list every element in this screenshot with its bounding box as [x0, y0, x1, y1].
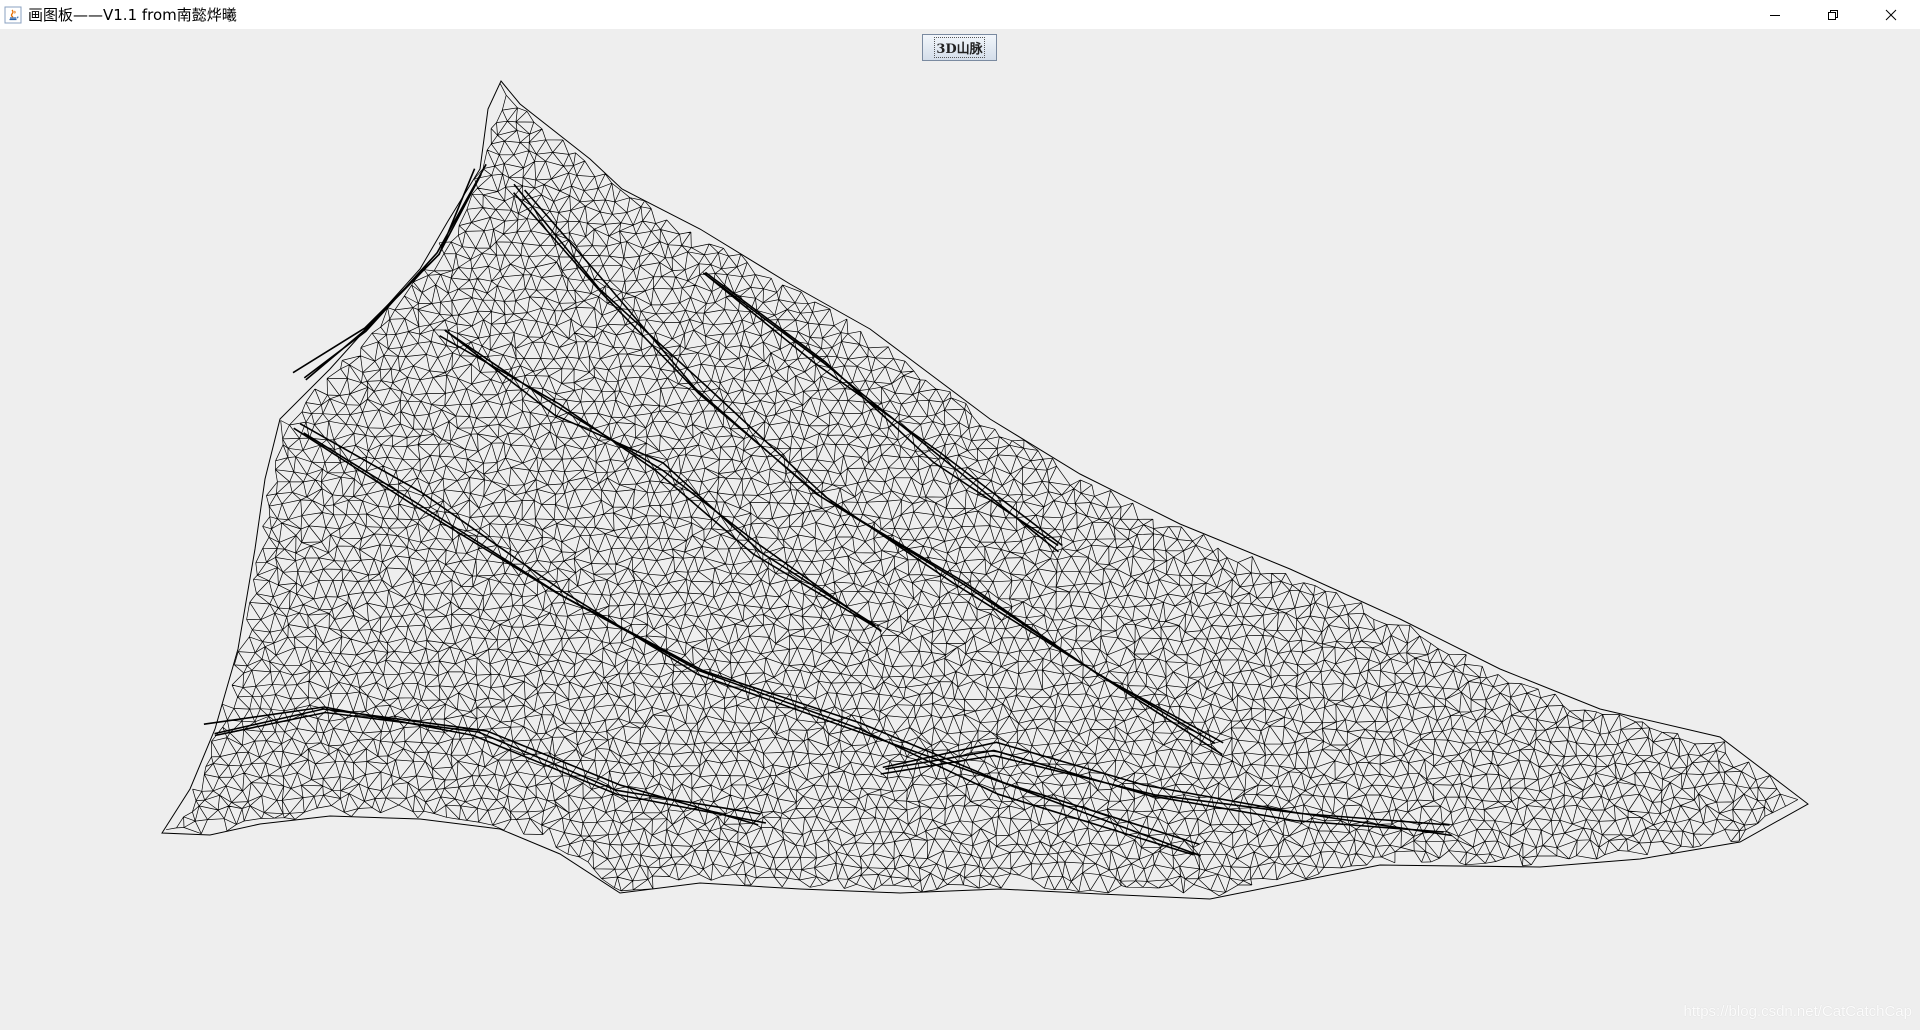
app-window: 画图板——V1.1 from南懿烨曦 3D山脉 https://blog.csd… — [0, 0, 1920, 1030]
ridge-line — [293, 423, 1201, 857]
3d-mountain-button-label: 3D山脉 — [934, 37, 985, 58]
watermark: https://blog.csdn.net/CatCatchCap — [1683, 1003, 1912, 1020]
minimize-button[interactable] — [1746, 0, 1804, 29]
3d-mountain-button[interactable]: 3D山脉 — [922, 34, 997, 61]
title-bar[interactable]: 画图板——V1.1 from南懿烨曦 — [0, 0, 1920, 29]
restore-button[interactable] — [1804, 0, 1862, 29]
restore-icon — [1828, 9, 1838, 20]
java-app-icon — [4, 6, 22, 23]
close-button[interactable] — [1862, 0, 1920, 29]
minimize-icon — [1770, 14, 1780, 16]
window-controls — [1746, 0, 1920, 29]
ridge-line — [512, 183, 1224, 756]
close-icon — [1885, 9, 1897, 20]
mountain-wireframe-canvas — [161, 80, 1809, 900]
window-title: 画图板——V1.1 from南懿烨曦 — [28, 6, 237, 24]
drawing-panel[interactable]: 3D山脉 https://blog.csdn.net/CatCatchCap — [0, 29, 1920, 1030]
